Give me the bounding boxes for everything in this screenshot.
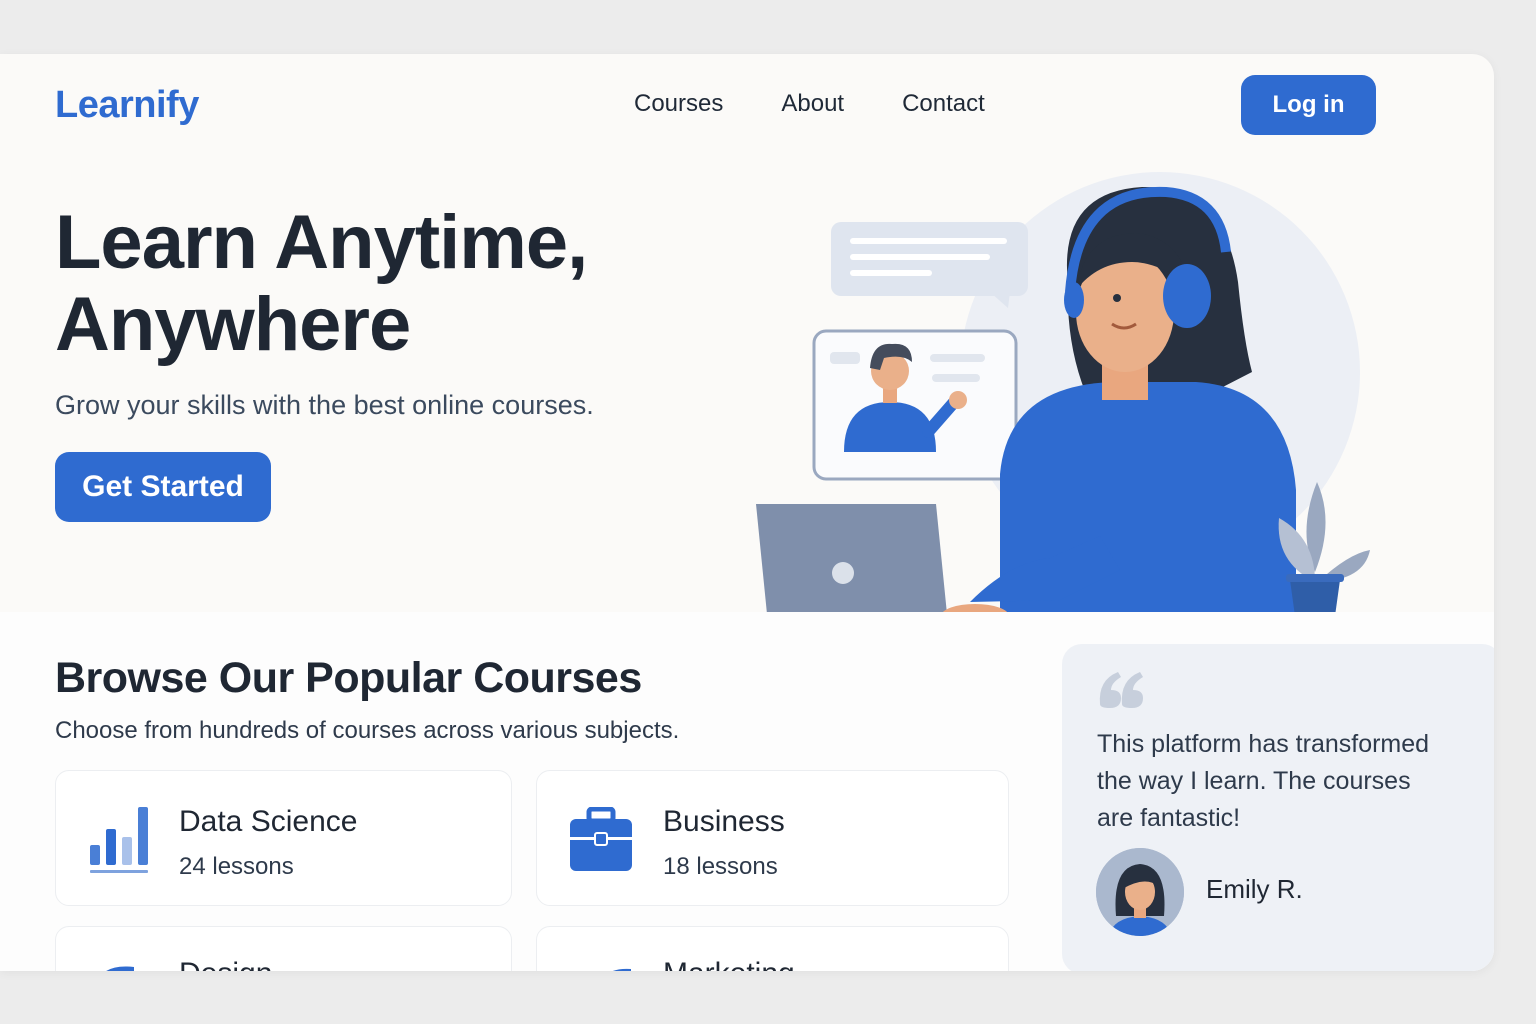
browser-window: Learnify Courses About Contact Log in Le… bbox=[0, 54, 1494, 971]
main-nav: Courses About Contact bbox=[634, 90, 985, 118]
quote-icon bbox=[1099, 672, 1143, 708]
hero-title-line1: Learn Anytime, bbox=[55, 200, 588, 285]
hero-subtitle: Grow your skills with the best online co… bbox=[55, 390, 594, 420]
avatar bbox=[1096, 848, 1184, 936]
course-card-data-science[interactable]: Data Science 24 lessons bbox=[55, 770, 512, 906]
marketing-icon bbox=[612, 968, 631, 971]
hero-title-line2: Anywhere bbox=[55, 282, 411, 367]
nav-link-about[interactable]: About bbox=[781, 90, 844, 118]
video-call-screen-icon bbox=[812, 329, 1018, 481]
logo[interactable]: Learnify bbox=[55, 84, 199, 127]
testimonial-author: Emily R. bbox=[1206, 874, 1303, 904]
briefcase-icon bbox=[570, 807, 632, 871]
design-icon bbox=[106, 966, 134, 971]
nav-link-contact[interactable]: Contact bbox=[902, 90, 985, 118]
section-subtitle: Choose from hundreds of courses across v… bbox=[55, 717, 680, 744]
section-title: Browse Our Popular Courses bbox=[55, 654, 642, 702]
login-button[interactable]: Log in bbox=[1241, 75, 1376, 135]
hero-illustration bbox=[756, 172, 1370, 612]
bar-chart-icon bbox=[90, 807, 148, 873]
course-card-business[interactable]: Business 18 lessons bbox=[536, 770, 1009, 906]
testimonial-card: This platform has transformed the way I … bbox=[1062, 644, 1494, 971]
course-name: Data Science bbox=[179, 805, 358, 838]
testimonial-text: This platform has transformed the way I … bbox=[1097, 730, 1430, 832]
courses-section: Browse Our Popular Courses Choose from h… bbox=[0, 612, 1494, 971]
get-started-button[interactable]: Get Started bbox=[55, 452, 271, 522]
course-name: Marketing bbox=[663, 957, 795, 971]
chat-bubble-icon bbox=[831, 222, 1028, 308]
course-lessons: 18 lessons bbox=[663, 853, 778, 880]
course-name: Design bbox=[179, 957, 272, 971]
course-name: Business bbox=[663, 805, 785, 838]
nav-link-courses[interactable]: Courses bbox=[634, 90, 723, 118]
course-lessons: 24 lessons bbox=[179, 853, 294, 880]
hero-title: Learn Anytime, Anywhere bbox=[55, 202, 695, 366]
course-card-marketing[interactable]: Marketing bbox=[536, 926, 1009, 971]
course-card-design[interactable]: Design bbox=[55, 926, 512, 971]
